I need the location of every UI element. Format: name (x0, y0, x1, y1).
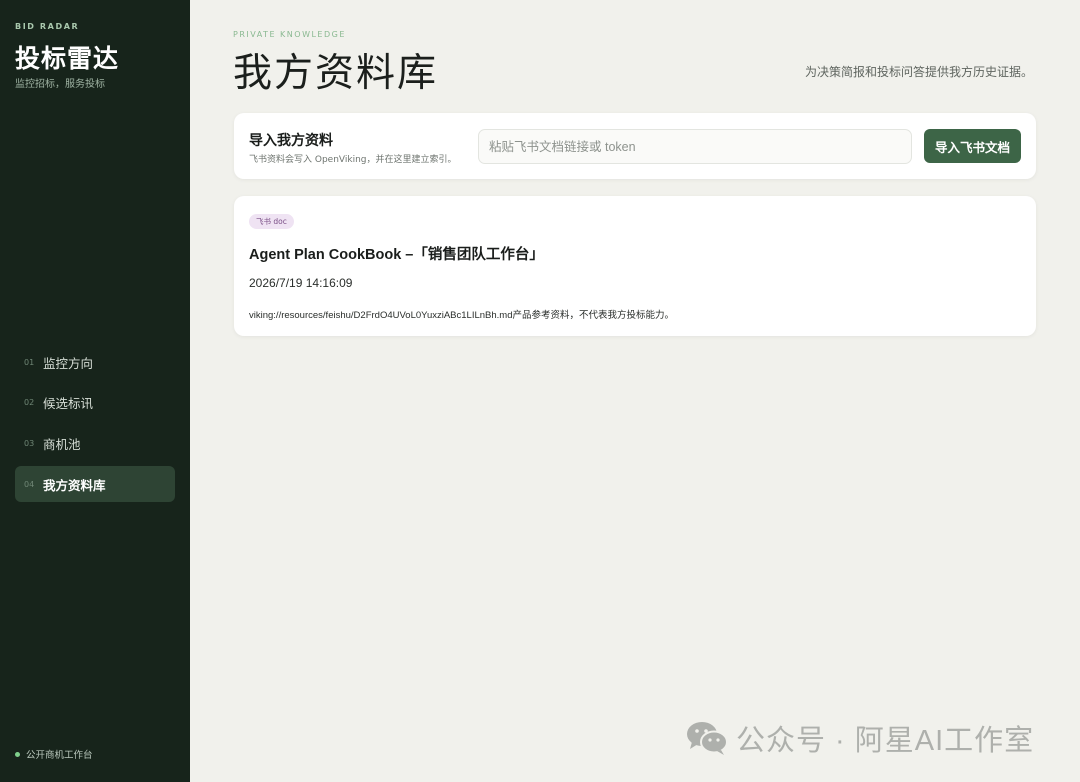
sidebar-item-label: 我方资料库 (43, 477, 106, 493)
nav-index: 04 (24, 479, 35, 489)
import-card: 导入我方资料 飞书资料会写入 OpenViking，并在这里建立索引。 导入飞书… (234, 113, 1036, 179)
document-timestamp: 2026/7/19 14:16:09 (249, 276, 353, 290)
document-card[interactable]: 飞书 doc Agent Plan CookBook –「销售团队工作台」 20… (234, 196, 1036, 336)
page-eyebrow: PRIVATE KNOWLEDGE (233, 30, 346, 39)
sidebar: BID RADAR 投标雷达 监控招标，服务投标 01 监控方向 02 候选标讯… (0, 0, 190, 782)
sidebar-item-label: 商机池 (43, 436, 81, 452)
sidebar-item-label: 监控方向 (43, 355, 94, 371)
import-description: 飞书资料会写入 OpenViking，并在这里建立索引。 (249, 155, 457, 165)
footer-label: 公开商机工作台 (26, 750, 93, 761)
document-title: Agent Plan CookBook –「销售团队工作台」 (249, 247, 544, 263)
import-title: 导入我方资料 (249, 133, 333, 149)
page-title: 我方资料库 (233, 51, 439, 96)
feishu-link-input[interactable] (478, 129, 912, 164)
sidebar-item-monitor-direction[interactable]: 01 监控方向 (15, 344, 175, 380)
nav-index: 02 (24, 398, 35, 408)
page-subtitle: 为决策简报和投标问答提供我方历史证据。 (804, 65, 1033, 79)
document-path: viking://resources/feishu/D2FrdO4UVoL0Yu… (249, 310, 674, 321)
nav-index: 03 (24, 438, 35, 448)
watermark-text: 公众号 · 阿星AI工作室 (736, 725, 1035, 757)
sidebar-item-candidate-bids[interactable]: 02 候选标讯 (15, 385, 175, 421)
status-dot-icon (15, 751, 20, 757)
sidebar-item-opportunity-pool[interactable]: 03 商机池 (15, 425, 175, 461)
app-title: 投标雷达 (15, 44, 120, 73)
nav-index: 01 (24, 357, 35, 367)
wechat-icon (687, 722, 728, 755)
import-feishu-button[interactable]: 导入飞书文档 (924, 129, 1021, 163)
watermark: 公众号 · 阿星AI工作室 (686, 717, 1034, 759)
sidebar-footer: 公开商机工作台 (15, 747, 93, 761)
sidebar-item-knowledge-base[interactable]: 04 我方资料库 (15, 466, 175, 503)
sidebar-nav: 01 监控方向 02 候选标讯 03 商机池 04 我方资料库 (15, 344, 175, 507)
app-tagline: 监控招标，服务投标 (15, 79, 105, 90)
sidebar-item-label: 候选标讯 (43, 396, 94, 412)
source-badge: 飞书 doc (249, 214, 294, 229)
brand-english: BID RADAR (15, 22, 80, 31)
